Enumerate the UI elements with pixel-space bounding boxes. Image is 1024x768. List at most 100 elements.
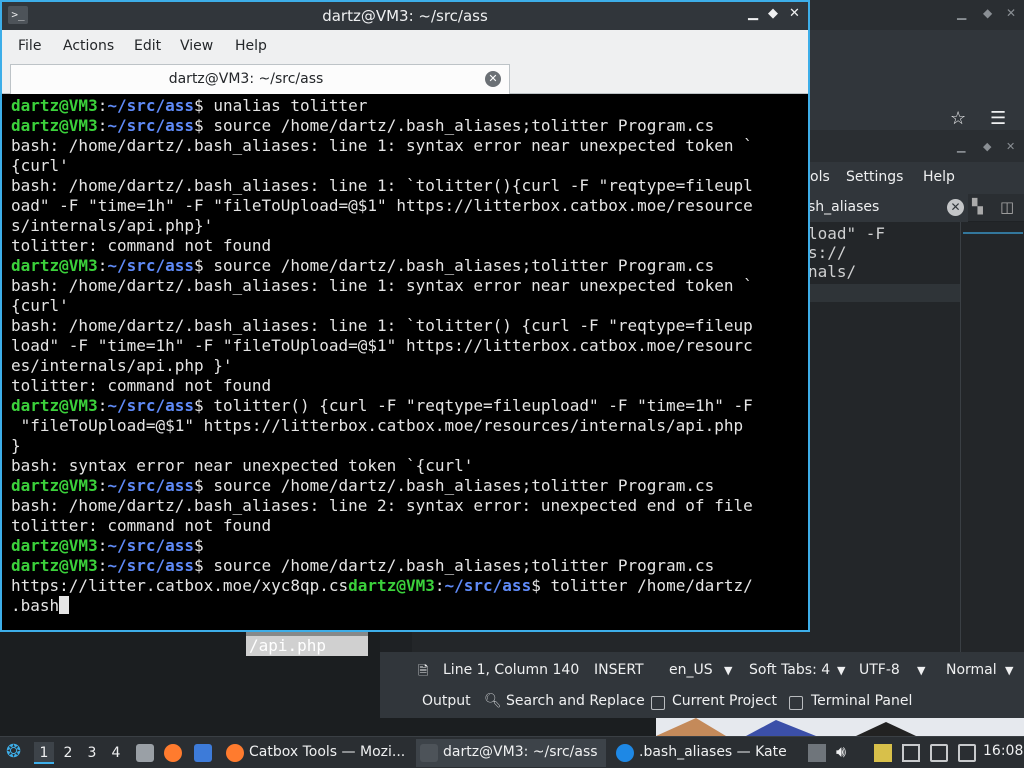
menu-help[interactable]: Help [235, 38, 267, 54]
toolview-current-project[interactable]: Current Project [672, 693, 777, 709]
terminal-tab[interactable]: dartz@VM3: ~/src/ass ✕ [10, 64, 510, 94]
maximize-icon[interactable]: ◆ [983, 6, 992, 20]
chevron-down-icon: ▼ [917, 664, 926, 677]
minimap[interactable] [960, 222, 1024, 652]
output-text: {curl' [11, 156, 69, 175]
terminal-output[interactable]: dartz@VM3:~/src/ass$ unalias tolitter dar… [2, 94, 808, 630]
task-terminal[interactable]: dartz@VM3: ~/src/ass [416, 739, 606, 767]
task-label: Catbox Tools — Mozi... [249, 744, 406, 760]
toolview-output[interactable]: Output [422, 693, 471, 709]
close-icon[interactable]: ✕ [789, 6, 800, 21]
indentation-setting[interactable]: Soft Tabs: 4 [749, 662, 830, 678]
menu-edit[interactable]: Edit [134, 38, 161, 54]
output-text: tolitter: command not found [11, 236, 272, 255]
maximize-icon[interactable]: ◆ [768, 6, 778, 21]
chevron-down-icon: ▼ [1005, 664, 1014, 677]
side-by-side-icon[interactable]: ◫ [1000, 198, 1014, 216]
command-text: $ source /home/dartz/.bash_aliases;tolit… [194, 556, 715, 575]
menu-help[interactable]: Help [923, 169, 955, 185]
toolview-terminal-panel[interactable]: Terminal Panel [811, 693, 912, 709]
kate-toolview-bar: Output 🔍︎ Search and Replace Current Pro… [380, 688, 1024, 718]
menu-actions[interactable]: Actions [63, 38, 114, 54]
minimize-icon[interactable]: ▁ [957, 140, 965, 153]
terminal-line: tolitter: command not found [11, 236, 808, 256]
menu-file[interactable]: File [18, 38, 41, 54]
menu-settings[interactable]: Settings [846, 169, 903, 185]
document-tab[interactable]: sh_aliases ✕ [808, 194, 968, 222]
close-tab-icon[interactable]: ✕ [485, 71, 501, 87]
prompt-user: dartz@VM3 [348, 576, 435, 595]
terminal-tabbar: dartz@VM3: ~/src/ass ✕ [2, 62, 808, 94]
menu-view[interactable]: View [180, 38, 213, 54]
input-mode[interactable]: Normal [946, 662, 997, 678]
background-text-line: /api.php [246, 636, 368, 656]
wallpaper-art [656, 718, 1024, 736]
dictionary-language[interactable]: en_US [669, 662, 713, 678]
volume-icon[interactable]: 🔊︎ [836, 742, 846, 762]
edit-mode[interactable]: INSERT [594, 662, 644, 678]
prompt-path: ~/src/ass [107, 96, 195, 115]
prompt-path: ~/src/ass [107, 116, 195, 135]
prompt-separator: : [97, 396, 108, 415]
application-launcher-icon[interactable]: ❂ [6, 741, 21, 762]
output-text: bash: /home/dartz/.bash_aliases: line 2:… [11, 496, 753, 515]
terminal-line: bash: /home/dartz/.bash_aliases: line 2:… [11, 496, 808, 516]
prompt-user: dartz@VM3 [11, 396, 98, 415]
clipboard-icon[interactable] [808, 744, 826, 762]
keyboard-icon[interactable] [958, 744, 976, 762]
desktop-2[interactable]: 2 [58, 742, 78, 764]
hamburger-menu-icon[interactable]: ☰ [990, 108, 1006, 129]
prompt-path: ~/src/ass [107, 476, 195, 495]
close-tab-icon[interactable]: ✕ [947, 199, 964, 216]
file-manager-icon[interactable] [136, 744, 154, 762]
terminal-line: dartz@VM3:~/src/ass$ source /home/dartz/… [11, 116, 808, 136]
code-line: nals/ [808, 262, 857, 281]
bookmark-star-icon[interactable]: ☆ [950, 108, 966, 129]
close-icon[interactable]: ✕ [1006, 140, 1015, 153]
minimize-icon[interactable]: ▁ [957, 6, 966, 20]
terminal-panel-icon [789, 696, 809, 712]
display-icon[interactable] [902, 744, 920, 762]
task-kate[interactable]: .bash_aliases — Kate [612, 739, 802, 767]
split-view-icon[interactable]: ▚ [972, 199, 983, 215]
kate-icon [616, 744, 634, 762]
notes-icon[interactable] [874, 744, 892, 762]
terminal-line: bash: syntax error near unexpected token… [11, 456, 808, 476]
desktop-3[interactable]: 3 [82, 742, 102, 764]
terminal-window: >_ dartz@VM3: ~/src/ass ▁ ◆ ✕ File Actio… [0, 0, 810, 632]
toolview-search-replace[interactable]: Search and Replace [506, 693, 645, 709]
close-icon[interactable]: ✕ [1006, 6, 1016, 20]
command-text: $ tolitter /home/dartz/ [531, 576, 753, 595]
kate-statusbar: 🗎 Line 1, Column 140 INSERT en_US ▼ Soft… [380, 652, 1024, 688]
terminal-line: tolitter: command not found [11, 376, 808, 396]
desktop-1[interactable]: 1 [34, 742, 54, 764]
terminal-menubar: File Actions Edit View Help [2, 30, 808, 62]
prompt-separator: : [97, 556, 108, 575]
prompt-user: dartz@VM3 [11, 116, 98, 135]
maximize-icon[interactable]: ◆ [983, 140, 991, 153]
show-desktop-icon[interactable] [194, 744, 212, 762]
output-text: tolitter: command not found [11, 376, 272, 395]
output-text: es/internals/api.php }' [11, 356, 233, 375]
taskbar: ❂ 1 2 3 4 Catbox Tools — Mozi... dartz@V… [0, 736, 1024, 768]
clock[interactable]: 16:08 [983, 743, 1023, 759]
terminal-line: .bash [11, 596, 808, 616]
output-text: s/internals/api.php}' [11, 216, 214, 235]
document-icon: 🗎 [418, 664, 429, 679]
output-text: bash: syntax error near unexpected token… [11, 456, 474, 475]
cursor-position[interactable]: Line 1, Column 140 [443, 662, 579, 678]
terminal-line: es/internals/api.php }' [11, 356, 808, 376]
terminal-titlebar[interactable]: >_ dartz@VM3: ~/src/ass ▁ ◆ ✕ [2, 2, 808, 30]
task-firefox[interactable]: Catbox Tools — Mozi... [222, 739, 412, 767]
terminal-line: dartz@VM3:~/src/ass$ source /home/dartz/… [11, 476, 808, 496]
command-text: $ [194, 536, 204, 555]
prompt-path: ~/src/ass [107, 256, 195, 275]
terminal-line: "fileToUpload=@$1" https://litterbox.cat… [11, 416, 808, 436]
desktop-4[interactable]: 4 [106, 742, 126, 764]
network-icon[interactable] [930, 744, 948, 762]
encoding-setting[interactable]: UTF-8 [859, 662, 900, 678]
firefox-icon[interactable] [164, 744, 182, 762]
minimize-icon[interactable]: ▁ [748, 6, 758, 21]
command-text: $ tolitter() {curl -F "reqtype=fileuploa… [194, 396, 753, 415]
menu-tools[interactable]: ols [810, 169, 830, 185]
